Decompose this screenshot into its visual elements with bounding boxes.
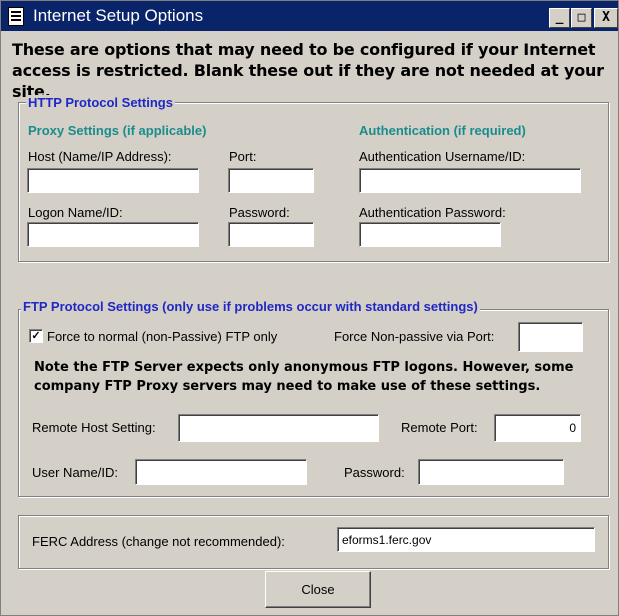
port-input[interactable] [228,168,314,193]
ftp-password-label: Password: [344,465,405,480]
remote-port-input[interactable] [494,414,581,442]
logon-label: Logon Name/ID: [28,205,123,220]
window-icon [8,7,24,26]
proxy-heading: Proxy Settings (if applicable) [28,123,207,138]
internet-setup-window: Internet Setup Options _ □ X These are o… [0,0,619,616]
host-input[interactable] [27,168,199,193]
ftp-legend: FTP Protocol Settings (only use if probl… [21,299,480,314]
password-input[interactable] [228,222,314,247]
force-port-input[interactable] [518,322,583,352]
ferc-address-input[interactable] [337,527,595,552]
logon-input[interactable] [27,222,199,247]
force-port-label: Force Non-passive via Port: [334,329,495,344]
maximize-button[interactable]: □ [571,8,592,28]
close-button[interactable]: Close [265,571,371,608]
remote-host-label: Remote Host Setting: [32,420,156,435]
auth-heading: Authentication (if required) [359,123,526,138]
force-normal-label[interactable]: Force to normal (non-Passive) FTP only [47,329,277,344]
username-input[interactable] [135,459,307,485]
auth-pass-label: Authentication Password: [359,205,506,220]
force-normal-checkbox[interactable]: ✓ [29,329,43,343]
ferc-label: FERC Address (change not recommended): [32,534,285,549]
minimize-button[interactable]: _ [549,8,570,28]
auth-user-label: Authentication Username/ID: [359,149,526,164]
auth-pass-input[interactable] [359,222,501,247]
close-window-button[interactable]: X [594,8,618,28]
remote-port-label: Remote Port: [401,420,478,435]
http-legend: HTTP Protocol Settings [26,95,175,110]
ftp-note: Note the FTP Server expects only anonymo… [34,360,574,394]
auth-user-input[interactable] [359,168,581,193]
password-label: Password: [229,205,290,220]
title-bar[interactable]: Internet Setup Options _ □ X [1,1,618,31]
intro-text: These are options that may need to be co… [12,40,604,101]
remote-host-input[interactable] [178,414,379,442]
port-label: Port: [229,149,257,164]
ftp-password-input[interactable] [418,459,564,485]
username-label: User Name/ID: [32,465,118,480]
host-label: Host (Name/IP Address): [28,149,172,164]
window-title: Internet Setup Options [33,6,204,25]
